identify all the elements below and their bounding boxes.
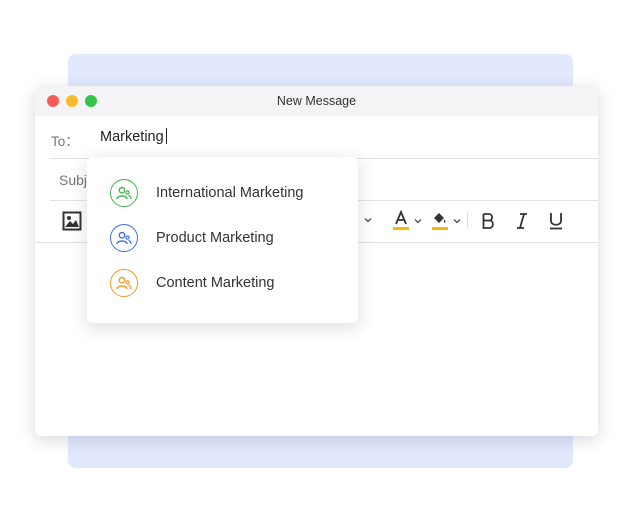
suggestion-item-international-marketing[interactable]: International Marketing <box>87 172 358 217</box>
font-color-button[interactable] <box>392 210 423 232</box>
chevron-down-icon <box>364 218 372 223</box>
text-caret <box>165 128 167 144</box>
group-icon-glyph <box>116 276 132 290</box>
subject-label: Subj <box>59 172 88 188</box>
title-bar: New Message <box>35 86 598 116</box>
underline-icon <box>550 213 562 230</box>
to-label: To： <box>51 134 79 149</box>
font-color-icon <box>393 210 409 230</box>
chevron-down-icon <box>414 219 422 224</box>
toolbar-divider <box>467 212 468 228</box>
group-icon-glyph <box>116 186 132 200</box>
chevron-down-icon <box>453 219 461 224</box>
group-icon-glyph <box>116 231 132 245</box>
bold-button[interactable] <box>481 212 495 230</box>
recipient-suggestions-dropdown: International Marketing Product Marketin… <box>87 157 358 323</box>
suggestion-item-content-marketing[interactable]: Content Marketing <box>87 262 358 307</box>
insert-image-button[interactable] <box>62 211 82 231</box>
to-field-row: To： Marketing <box>50 116 598 159</box>
group-icon <box>110 224 138 252</box>
suggestion-label: Content Marketing <box>156 275 275 291</box>
to-input[interactable]: Marketing <box>100 128 167 145</box>
italic-button[interactable] <box>515 212 529 230</box>
italic-icon <box>517 213 527 229</box>
underline-button[interactable] <box>548 212 564 230</box>
window-title: New Message <box>276 94 357 108</box>
group-icon <box>110 179 138 207</box>
to-input-text: Marketing <box>100 129 164 145</box>
suggestion-label: International Marketing <box>156 185 304 201</box>
image-icon <box>62 211 82 231</box>
suggestion-item-product-marketing[interactable]: Product Marketing <box>87 217 358 262</box>
font-size-dropdown[interactable] <box>363 215 373 225</box>
group-icon <box>110 269 138 297</box>
highlight-color-icon <box>432 213 448 230</box>
highlight-color-button[interactable] <box>431 210 462 232</box>
bold-icon <box>482 213 494 229</box>
suggestion-label: Product Marketing <box>156 230 274 246</box>
